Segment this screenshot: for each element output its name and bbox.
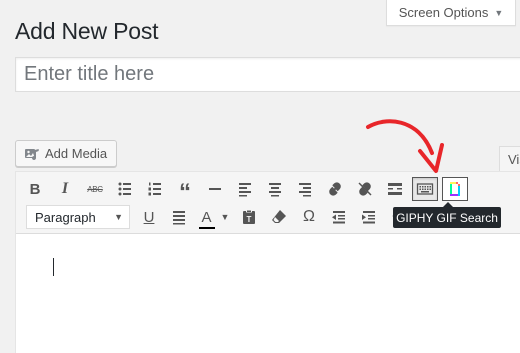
blockquote-button[interactable]: “ <box>170 175 200 206</box>
editor-content-area[interactable] <box>16 234 520 353</box>
indent-icon <box>362 211 375 224</box>
format-select-value: Paragraph <box>35 209 96 225</box>
clipboard-icon: T <box>243 209 255 224</box>
chevron-down-icon: ▼ <box>114 212 123 222</box>
svg-text:T: T <box>247 215 252 224</box>
align-center-button[interactable] <box>260 175 290 203</box>
italic-button[interactable]: I <box>50 175 80 203</box>
text-color-button[interactable]: A ▼ <box>194 203 234 231</box>
insert-link-button[interactable] <box>320 175 350 203</box>
add-media-icon <box>25 148 39 160</box>
toolbar-row-2: Paragraph ▼ U A ▼ T Ω <box>20 203 414 231</box>
strikethrough-icon: ABC <box>87 184 103 194</box>
screen-options-button[interactable]: Screen Options ▼ <box>386 0 516 26</box>
clear-formatting-button[interactable] <box>264 203 294 231</box>
omega-icon: Ω <box>303 208 315 225</box>
align-right-icon <box>299 183 311 197</box>
increase-indent-button[interactable] <box>354 203 384 231</box>
annotation-arrow-icon <box>366 119 444 173</box>
special-character-button[interactable]: Ω <box>294 203 324 231</box>
text-color-swatch <box>198 226 215 229</box>
align-left-icon <box>239 183 251 197</box>
justify-button[interactable] <box>164 203 194 231</box>
tab-visual[interactable]: Vis <box>499 146 520 172</box>
add-media-button[interactable]: Add Media <box>15 140 118 167</box>
align-right-button[interactable] <box>290 175 320 203</box>
align-center-icon <box>269 183 281 197</box>
chevron-down-icon: ▼ <box>220 212 230 222</box>
align-left-button[interactable] <box>230 175 260 203</box>
paragraph-format-select[interactable]: Paragraph ▼ <box>26 205 130 229</box>
paste-text-button[interactable]: T <box>234 203 264 231</box>
bulleted-list-icon <box>118 182 131 196</box>
strikethrough-button[interactable]: ABC <box>80 175 110 203</box>
bold-button[interactable]: B <box>20 175 50 203</box>
numbered-list-button[interactable] <box>140 175 170 203</box>
bulleted-list-button[interactable] <box>110 175 140 203</box>
caret-down-icon: ▼ <box>494 7 504 18</box>
eraser-icon <box>272 210 286 223</box>
blockquote-icon: “ <box>179 179 191 206</box>
bold-icon: B <box>29 180 41 198</box>
horizontal-line-button[interactable] <box>200 175 230 203</box>
justify-icon <box>173 211 185 225</box>
post-title-input[interactable] <box>15 57 520 92</box>
text-cursor <box>53 258 54 276</box>
decrease-indent-button[interactable] <box>324 203 354 231</box>
page-title: Add New Post <box>15 18 159 44</box>
underline-icon: U <box>143 208 155 226</box>
add-media-label: Add Media <box>45 146 108 161</box>
screen-options-label: Screen Options <box>398 5 489 20</box>
text-color-icon: A <box>198 208 215 229</box>
numbered-list-icon <box>148 182 161 196</box>
outdent-icon <box>332 211 345 224</box>
link-icon <box>329 182 341 196</box>
italic-icon: I <box>61 180 69 197</box>
text-color-letter: A <box>201 208 212 226</box>
giphy-tooltip: GIPHY GIF Search <box>393 202 501 228</box>
underline-button[interactable]: U <box>134 203 164 231</box>
post-editor: B I ABC “ Paragraph ▼ U A ▼ T Ω <box>15 171 520 353</box>
horizontal-line-icon <box>209 188 221 190</box>
